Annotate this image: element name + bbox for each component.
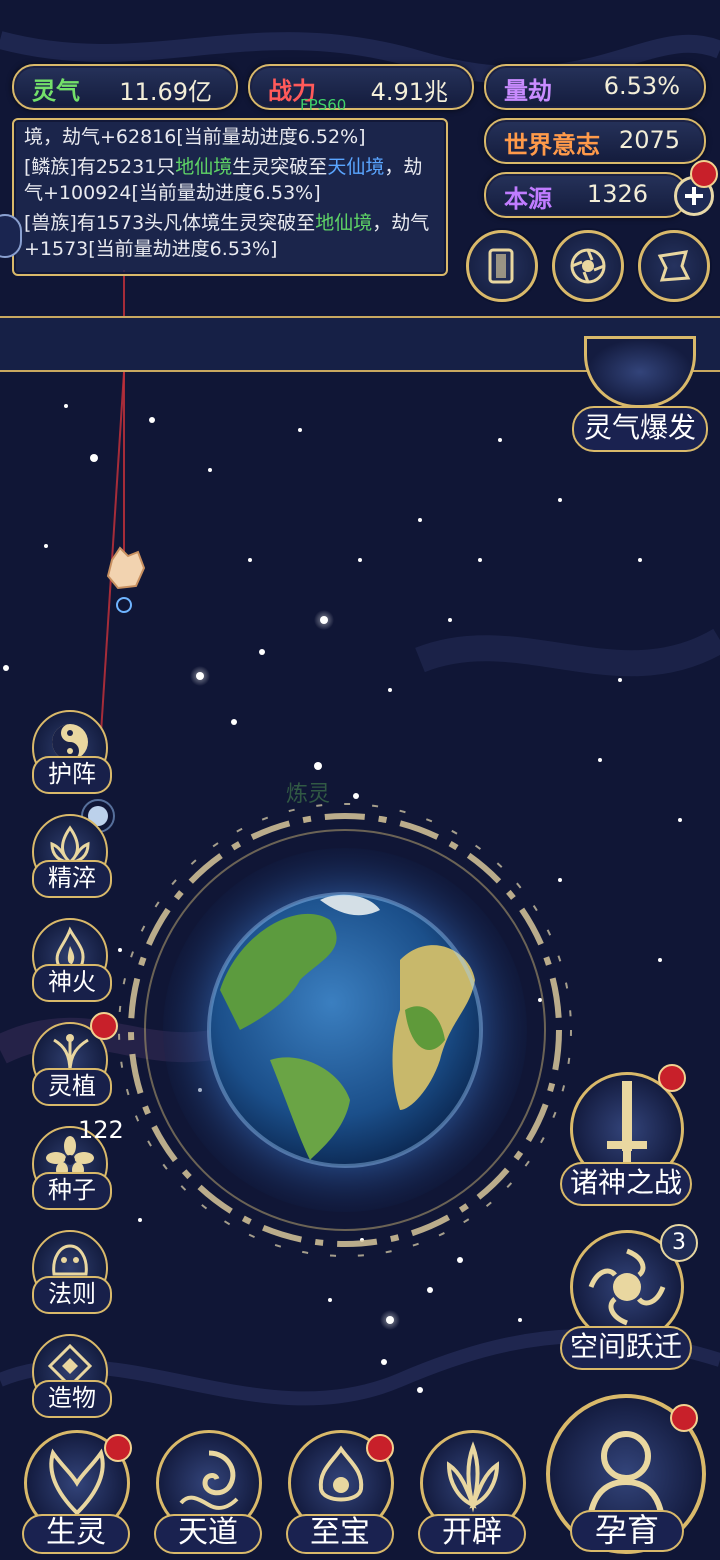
side-label-zaowu: 造物	[32, 1380, 112, 1418]
cards-button[interactable]	[466, 230, 538, 302]
space-leap-badge: 3	[660, 1224, 698, 1262]
ghost-floating-text: 炼灵	[286, 782, 331, 807]
lingqi-value: 11.69亿	[119, 78, 212, 106]
space-leap-label: 空间跃迁	[560, 1326, 692, 1370]
lingqi-stat[interactable]: 灵气 11.69亿	[12, 64, 238, 110]
side-label-zhongzi: 种子	[32, 1172, 112, 1210]
benyuan-value: 1326	[586, 180, 648, 208]
shijie-stat[interactable]: 世界意志 2075	[484, 118, 706, 164]
side-label-jingcui: 精淬	[32, 860, 112, 898]
lingqi-burst-button[interactable]: 灵气爆发	[570, 336, 710, 456]
scroll-button[interactable]	[638, 230, 710, 302]
banner-icon	[657, 250, 691, 282]
portal-button[interactable]	[552, 230, 624, 302]
bottom-button-tiandao[interactable]: 天道	[146, 1430, 270, 1554]
gods-war-label: 诸神之战	[560, 1162, 692, 1206]
side-button-zaowu[interactable]: 造物	[26, 1334, 114, 1430]
nurture-notice-dot	[670, 1404, 698, 1432]
notice-dot	[690, 160, 718, 188]
event-log: 境，劫气+62816[当前量劫进度6.52%] [鳞族]有25231只地仙境生灵…	[12, 118, 448, 276]
earth-globe[interactable]	[207, 892, 483, 1168]
liangjie-stat[interactable]: 量劫 6.53%	[484, 64, 706, 110]
shengling-notice-dot	[104, 1434, 132, 1462]
side-label-huzhen: 护阵	[32, 756, 112, 794]
vortex-icon	[570, 248, 606, 284]
gods-war-notice-dot	[658, 1064, 686, 1092]
log-line-3: [兽族]有1573头凡体境生灵突破至地仙境，劫气+1573[当前量劫进度6.53…	[24, 212, 430, 260]
benyuan-label: 本源	[504, 184, 552, 213]
zhanli-value: 4.91兆	[370, 78, 448, 106]
log-line-1: 境，劫气+62816[当前量劫进度6.52%]	[24, 126, 366, 148]
side-label-lingzhi: 灵植	[32, 1068, 112, 1106]
lingqi-burst-label: 灵气爆发	[572, 406, 708, 452]
side-button-faze[interactable]: 法则	[26, 1230, 114, 1326]
side-button-huzhen[interactable]: 护阵	[26, 710, 114, 806]
log-line-2: [鳞族]有25231只地仙境生灵突破至天仙境，劫气+100924[当前量劫进度6…	[24, 156, 423, 204]
burst-wheel-icon	[584, 336, 696, 408]
zhanli-stat[interactable]: 战力 4.91兆	[248, 64, 474, 110]
bottom-label-zhibao: 至宝	[286, 1514, 394, 1554]
shijie-label: 世界意志	[504, 130, 600, 159]
nurture-label: 孕育	[570, 1510, 684, 1552]
liangjie-label: 量劫	[504, 76, 552, 105]
lingqi-label: 灵气	[32, 76, 80, 105]
lingzhi-notice-dot	[90, 1012, 118, 1040]
bottom-label-kaipi: 开辟	[418, 1514, 526, 1554]
bottom-label-tiandao: 天道	[154, 1514, 262, 1554]
bottom-button-kaipi[interactable]: 开辟	[410, 1430, 534, 1554]
fps-counter: FPS60	[300, 96, 347, 114]
zhibao-notice-dot	[366, 1434, 394, 1462]
side-button-shenhuo[interactable]: 神火	[26, 918, 114, 1014]
benyuan-stat[interactable]: 本源 1326	[484, 172, 688, 218]
shijie-value: 2075	[618, 126, 680, 154]
side-button-jingcui[interactable]: 精淬	[26, 814, 114, 910]
side-label-faze: 法则	[32, 1276, 112, 1314]
seed-count: 122	[78, 1116, 124, 1144]
side-label-shenhuo: 神火	[32, 964, 112, 1002]
card-stack-icon	[488, 248, 514, 284]
bottom-label-shengling: 生灵	[22, 1514, 130, 1554]
liangjie-value: 6.53%	[603, 72, 680, 100]
